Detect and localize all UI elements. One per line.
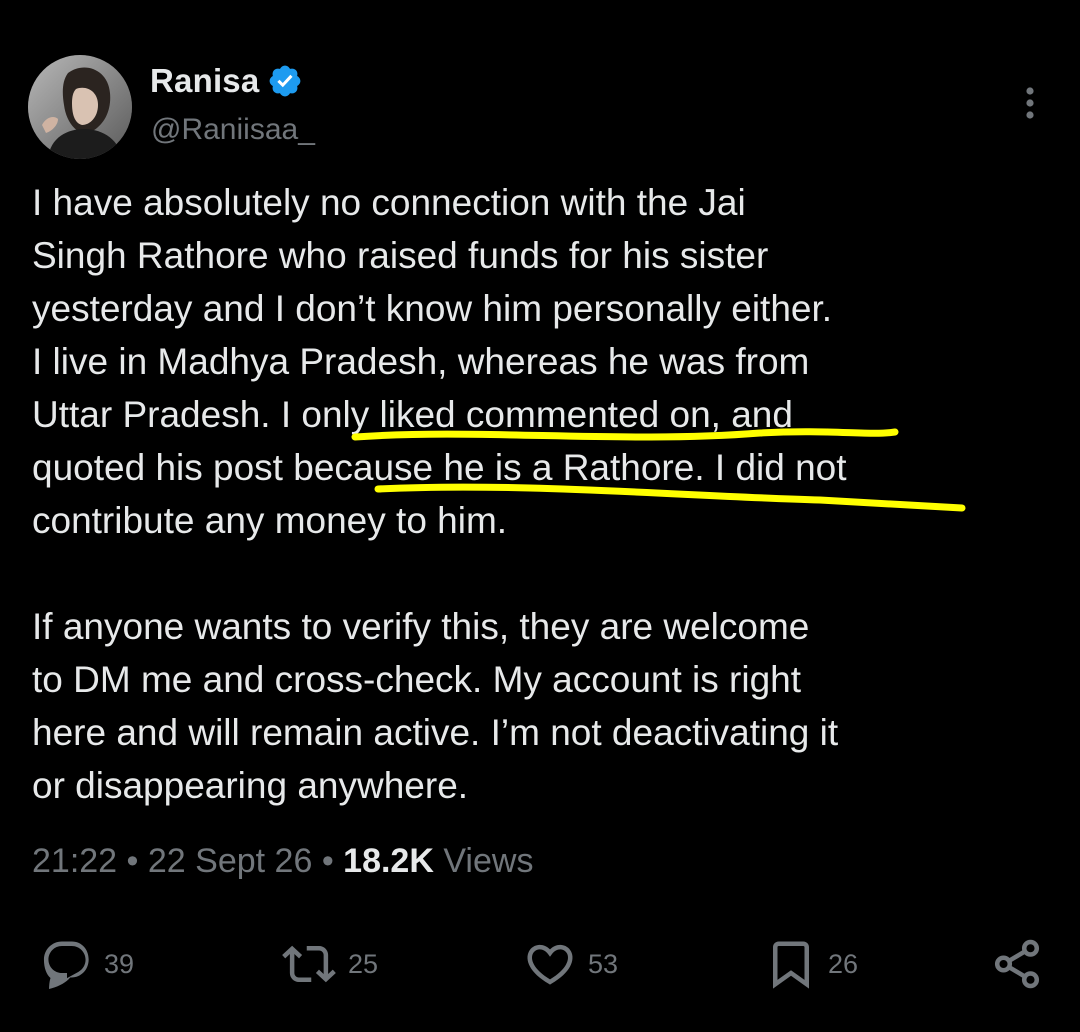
more-vertical-icon	[1026, 87, 1034, 119]
tweet-meta: 21:22 • 22 Sept 26 • 18.2K Views	[32, 842, 533, 881]
avatar[interactable]	[28, 55, 132, 159]
verified-badge-icon	[270, 65, 301, 97]
repost-icon	[282, 945, 336, 983]
bookmark-button[interactable]: 26	[764, 936, 858, 992]
meta-separator: •	[117, 842, 148, 880]
share-icon	[994, 939, 1040, 989]
display-name[interactable]: Ranisa	[150, 62, 259, 100]
like-count: 53	[588, 948, 619, 979]
repost-count: 25	[348, 948, 379, 979]
tweet-time[interactable]: 21:22	[32, 842, 117, 880]
bookmark-count: 26	[828, 948, 859, 979]
like-button[interactable]: 53	[522, 936, 618, 992]
share-button[interactable]	[990, 936, 1044, 992]
reply-button[interactable]: 39	[40, 936, 134, 992]
views-label: Views	[443, 842, 534, 880]
action-bar: 39 25 53 26	[0, 936, 1080, 992]
author-handle[interactable]: @Raniisaa_	[151, 113, 315, 147]
tweet-date[interactable]: 22 Sept 26	[148, 842, 312, 880]
tweet-paragraph-2: If anyone wants to verify this, they are…	[32, 606, 839, 806]
avatar-photo	[28, 55, 132, 159]
meta-separator: •	[312, 842, 344, 880]
repost-button[interactable]: 25	[280, 936, 378, 992]
author-name-row[interactable]: Ranisa	[150, 58, 303, 104]
reply-icon	[43, 941, 89, 990]
bookmark-icon	[773, 941, 809, 989]
heart-icon	[527, 944, 573, 985]
reply-count: 39	[104, 948, 135, 979]
tweet-paragraph-1: I have absolutely no connection with the…	[32, 182, 847, 541]
more-options-button[interactable]	[1010, 80, 1050, 126]
tweet-text: I have absolutely no connection with the…	[32, 176, 1062, 812]
views-count: 18.2K	[343, 842, 434, 880]
